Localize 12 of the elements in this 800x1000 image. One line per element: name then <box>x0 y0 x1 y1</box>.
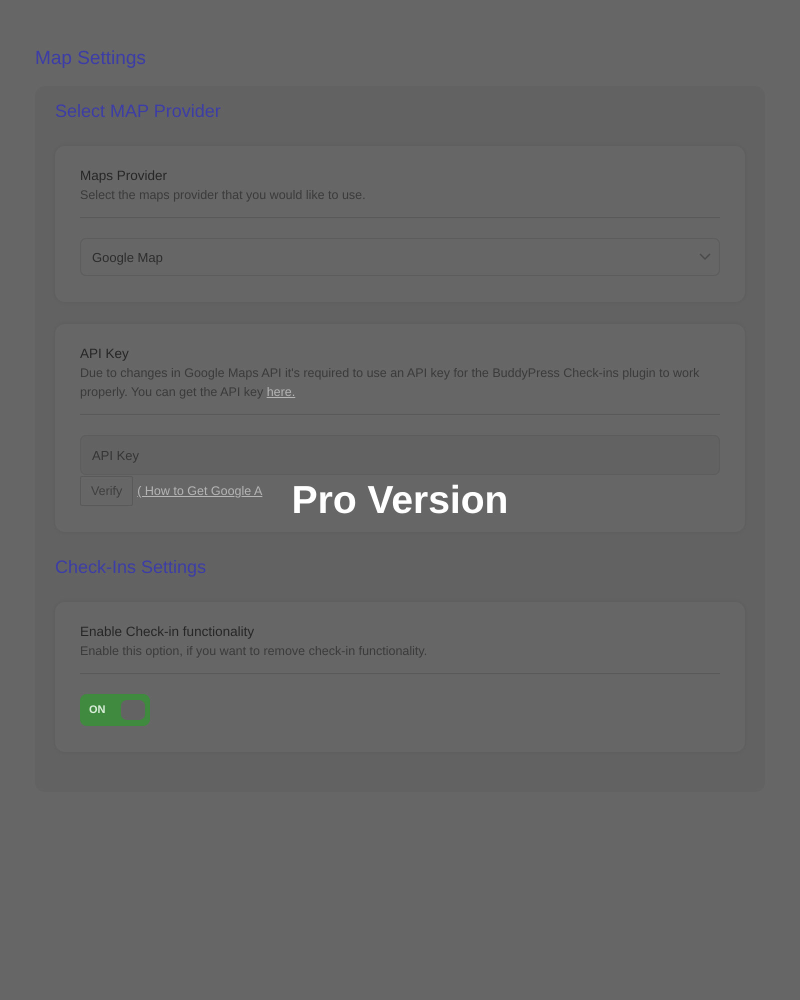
setting-title: Enable Check-in functionality <box>80 623 256 641</box>
chevron-down-icon <box>699 253 711 261</box>
setting-title: Maps Provider <box>80 167 168 185</box>
toggle-switch[interactable]: ON <box>80 694 150 726</box>
provider-select[interactable]: Google Map <box>80 238 720 276</box>
help-link[interactable]: ( How to Get Google A <box>137 484 262 498</box>
section-heading: Check-Ins Settings <box>55 556 208 579</box>
section-heading: Select MAP Provider <box>55 100 222 123</box>
page-title: Map Settings <box>35 47 147 71</box>
setting-title: API Key <box>80 345 130 363</box>
here-link[interactable]: here. <box>266 385 296 399</box>
pro-version-label: Pro Version <box>292 478 508 524</box>
